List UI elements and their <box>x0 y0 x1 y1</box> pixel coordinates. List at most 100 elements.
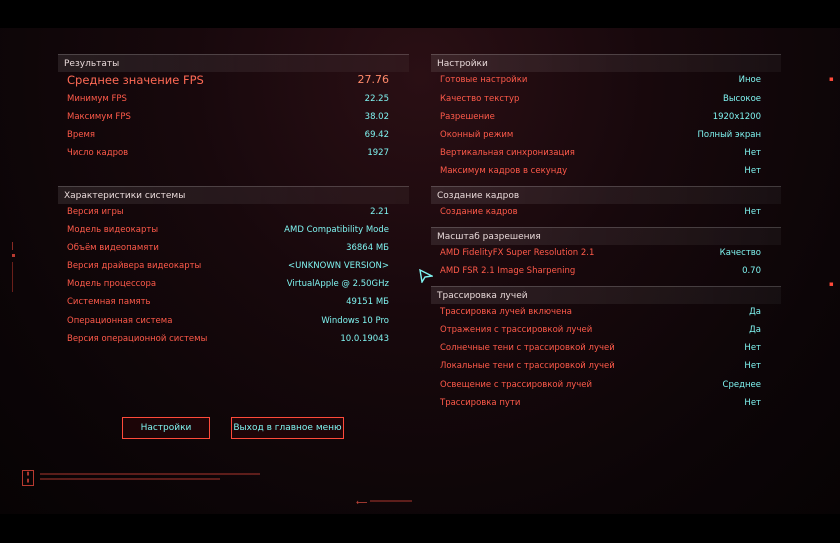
exit-to-main-menu-button[interactable]: Выход в главное меню <box>231 417 344 439</box>
row-label: Вертикальная синхронизация <box>440 148 575 158</box>
row-value: Windows 10 Pro <box>321 316 389 326</box>
row-label: Трассировка лучей включена <box>440 307 573 317</box>
framegen-row: Создание кадров Нет <box>440 203 761 221</box>
row-label: Оконный режим <box>440 130 514 140</box>
row-label: Разрешение <box>440 112 495 122</box>
row-value: Иное <box>738 75 761 85</box>
row-label: Готовые настройки <box>440 75 528 85</box>
row-value: VirtualApple @ 2.50GHz <box>286 279 389 289</box>
row-value: Да <box>749 307 761 317</box>
row-label: Солнечные тени с трассировкой лучей <box>440 343 615 353</box>
row-label: Локальные тени с трассировкой лучей <box>440 361 615 371</box>
row-value: Высокое <box>723 94 761 104</box>
row-value: 27.76 <box>357 73 390 86</box>
row-label: Модель видеокарты <box>67 225 159 235</box>
hud-edge-mark-icon: ▪ <box>829 280 834 288</box>
settings-button[interactable]: Настройки <box>122 417 210 439</box>
results-row-frames: Число кадров 1927 <box>67 144 389 162</box>
version-badge-icon: ▮ ▮ <box>22 470 34 486</box>
row-value: 69.42 <box>364 130 389 140</box>
row-value: Нет <box>744 166 761 176</box>
settings-row: Готовые настройки Иное <box>440 71 761 89</box>
settings-row: Оконный режим Полный экран <box>440 126 761 144</box>
raytracing-row: Освещение с трассировкой лучей Среднее <box>440 376 761 394</box>
row-label: Отражения с трассировкой лучей <box>440 325 593 335</box>
results-header: Результаты <box>58 54 409 72</box>
row-label: AMD FSR 2.1 Image Sharpening <box>440 266 576 276</box>
footer-fine-print-line <box>40 478 220 480</box>
row-label: AMD FidelityFX Super Resolution 2.1 <box>440 248 595 258</box>
row-label: Создание кадров <box>440 207 518 217</box>
row-value: 1927 <box>367 148 389 158</box>
settings-row: Вертикальная синхронизация Нет <box>440 144 761 162</box>
settings-row: Максимум кадров в секунду Нет <box>440 162 761 180</box>
back-arrow-icon: ⟵ <box>356 498 368 507</box>
row-value: 10.0.19043 <box>340 334 389 344</box>
row-label: Версия игры <box>67 207 124 217</box>
row-value: 49151 МБ <box>346 297 389 307</box>
top-letterbox <box>0 0 840 28</box>
row-label: Качество текстур <box>440 94 520 104</box>
row-value: Среднее <box>722 380 761 390</box>
raytracing-row: Трассировка лучей включена Да <box>440 303 761 321</box>
footer-fine-print-line <box>40 473 260 475</box>
row-value: Нет <box>744 361 761 371</box>
settings-row: Разрешение 1920x1200 <box>440 108 761 126</box>
scaling-row: AMD FidelityFX Super Resolution 2.1 Каче… <box>440 244 761 262</box>
settings-row: Качество текстур Высокое <box>440 90 761 108</box>
row-value: Да <box>749 325 761 335</box>
hud-edge-mark-icon: ▪ <box>829 75 834 83</box>
results-row-min-fps: Минимум FPS 22.25 <box>67 90 389 108</box>
row-label: Модель процессора <box>67 279 157 289</box>
settings-header: Настройки <box>431 54 781 72</box>
row-label: Освещение с трассировкой лучей <box>440 380 593 390</box>
footer-fine-print-line <box>370 500 412 502</box>
row-value: 38.02 <box>364 112 389 122</box>
system-row: Модель видеокарты AMD Compatibility Mode <box>67 221 389 239</box>
raytracing-row: Локальные тени с трассировкой лучей Нет <box>440 357 761 375</box>
row-value: Качество <box>719 248 761 258</box>
row-label: Число кадров <box>67 148 129 158</box>
system-row: Версия операционной системы 10.0.19043 <box>67 330 389 348</box>
cursor-arrow-icon <box>419 269 433 283</box>
hud-side-decoration-icon <box>12 242 15 292</box>
system-row: Модель процессора VirtualApple @ 2.50GHz <box>67 275 389 293</box>
raytracing-row: Солнечные тени с трассировкой лучей Нет <box>440 339 761 357</box>
row-value: AMD Compatibility Mode <box>284 225 389 235</box>
raytracing-header: Трассировка лучей <box>431 286 781 304</box>
scaling-header: Масштаб разрешения <box>431 227 781 245</box>
row-value: 36864 МБ <box>346 243 389 253</box>
row-label: Объём видеопамяти <box>67 243 159 253</box>
row-label: Версия драйвера видеокарты <box>67 261 202 271</box>
raytracing-row: Трассировка пути Нет <box>440 394 761 412</box>
system-row: Объём видеопамяти 36864 МБ <box>67 239 389 257</box>
row-label: Операционная система <box>67 316 173 326</box>
row-value: 0.70 <box>742 266 761 276</box>
results-row-max-fps: Максимум FPS 38.02 <box>67 108 389 126</box>
row-label: Системная память <box>67 297 151 307</box>
raytracing-row: Отражения с трассировкой лучей Да <box>440 321 761 339</box>
row-value: 22.25 <box>364 94 389 104</box>
row-value: Нет <box>744 343 761 353</box>
row-value: 2.21 <box>370 207 389 217</box>
row-label: Максимум FPS <box>67 112 131 122</box>
row-label: Минимум FPS <box>67 94 127 104</box>
row-label: Максимум кадров в секунду <box>440 166 568 176</box>
row-label: Трассировка пути <box>440 398 521 408</box>
results-row-avg-fps: Среднее значение FPS 27.76 <box>67 71 389 89</box>
results-row-time: Время 69.42 <box>67 126 389 144</box>
scaling-row: AMD FSR 2.1 Image Sharpening 0.70 <box>440 262 761 280</box>
row-label: Время <box>67 130 95 140</box>
bottom-letterbox <box>0 514 840 543</box>
system-header: Характеристики системы <box>58 186 409 204</box>
row-value: Нет <box>744 398 761 408</box>
framegen-header: Создание кадров <box>431 186 781 204</box>
system-row: Версия игры 2.21 <box>67 203 389 221</box>
row-value: 1920x1200 <box>712 112 761 122</box>
row-label: Среднее значение FPS <box>67 73 204 87</box>
row-value: Нет <box>744 148 761 158</box>
row-label: Версия операционной системы <box>67 334 208 344</box>
system-row: Операционная система Windows 10 Pro <box>67 312 389 330</box>
row-value: Нет <box>744 207 761 217</box>
row-value: <UNKNOWN VERSION> <box>288 261 389 271</box>
